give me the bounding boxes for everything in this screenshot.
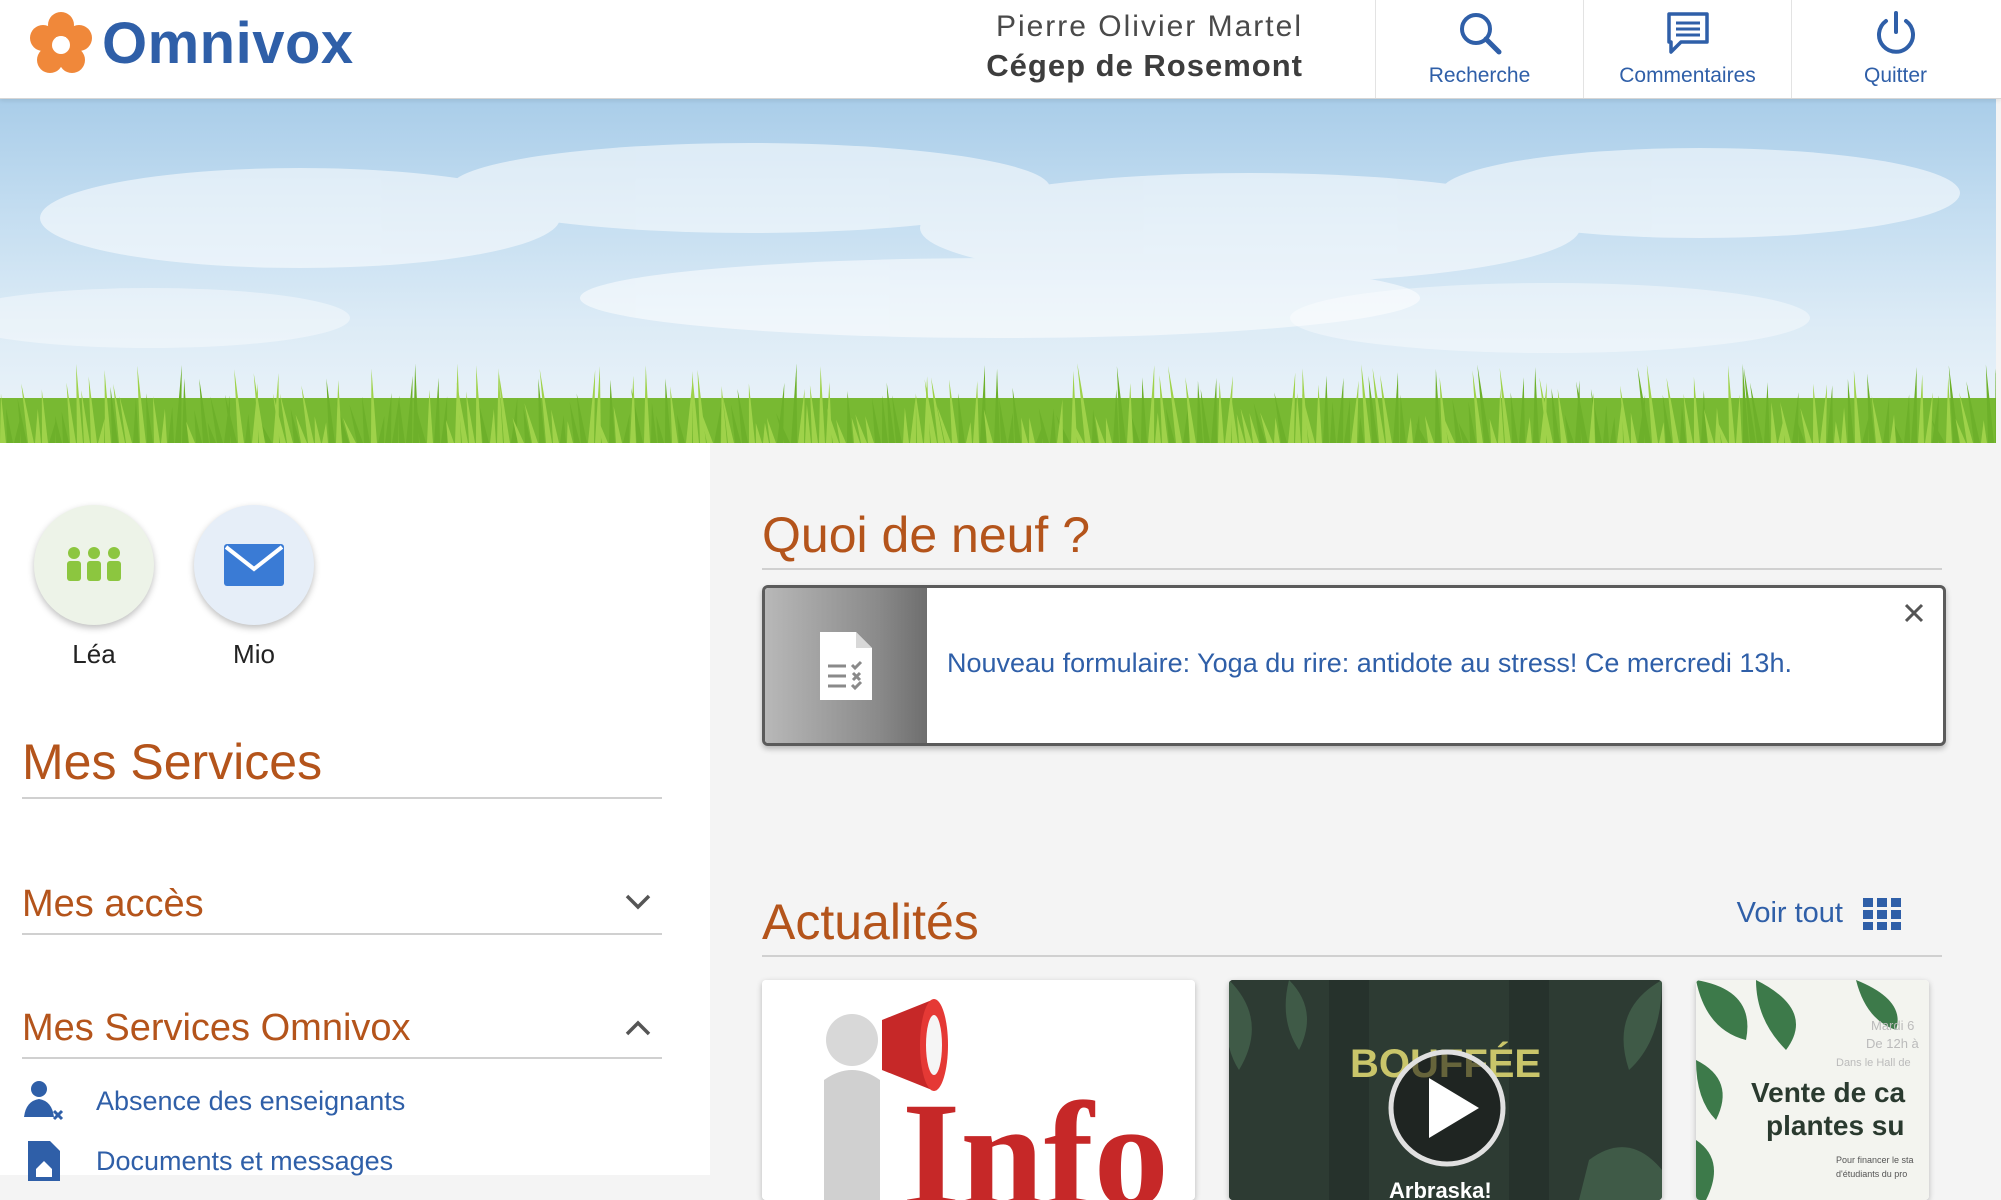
mes-services-omnivox-label: Mes Services Omnivox	[22, 1007, 411, 1049]
search-button[interactable]: Recherche	[1375, 0, 1583, 98]
video-thumbnail: BOUFFÉE Arbraska!	[1229, 980, 1662, 1200]
plants-meta-line1: Mardi 6	[1871, 1018, 1914, 1033]
comment-icon	[1666, 12, 1709, 54]
user-name: Pierre Olivier Martel	[995, 10, 1303, 43]
absence-enseignants-link[interactable]: Absence des enseignants	[22, 1079, 405, 1123]
lea-label: Léa	[72, 639, 116, 669]
mio-label: Mio	[233, 639, 275, 669]
sky-grass-illustration	[0, 143, 1996, 443]
mio-circle[interactable]	[194, 505, 314, 625]
power-icon	[1876, 11, 1915, 54]
lea-circle[interactable]	[34, 505, 154, 625]
plants-caption-line2: plantes su	[1766, 1110, 1904, 1141]
mes-acces-label: Mes accès	[22, 883, 204, 925]
quoi-de-neuf-title: Quoi de neuf ?	[762, 506, 1942, 570]
info-card-caption: Info	[902, 1072, 1169, 1200]
info-megaphone-image: Info	[762, 980, 1195, 1200]
school-name: Cégep de Rosemont	[986, 48, 1303, 83]
plants-foot-line1: Pour financer le sta	[1836, 1155, 1914, 1165]
search-icon	[1459, 13, 1501, 55]
mio-shortcut[interactable]: Mio	[193, 505, 315, 670]
mail-icon	[224, 544, 284, 586]
news-card-plants[interactable]: Mardi 6 De 12h à Dans le Hall de Vente d…	[1696, 980, 1929, 1200]
lea-shortcut[interactable]: Léa	[33, 505, 155, 670]
flower-logo-icon	[30, 11, 92, 73]
comments-button[interactable]: Commentaires	[1583, 0, 1791, 98]
chevron-up-icon	[625, 1020, 651, 1036]
voir-tout-label: Voir tout	[1736, 897, 1843, 929]
documents-messages-label: Documents et messages	[96, 1145, 394, 1176]
comments-button-label: Commentaires	[1619, 64, 1756, 87]
people-icon	[67, 547, 121, 581]
plants-meta-line3: Dans le Hall de	[1836, 1057, 1911, 1069]
plants-caption-line1: Vente de ca	[1751, 1077, 1906, 1108]
document-icon	[28, 1141, 60, 1181]
news-card-video[interactable]: BOUFFÉE Arbraska!	[1229, 980, 1662, 1200]
voir-tout-link[interactable]: Voir tout	[1737, 897, 1901, 930]
mes-services-omnivox-toggle[interactable]: Mes Services Omnivox	[22, 1007, 662, 1059]
logout-button[interactable]: Quitter	[1791, 0, 1999, 98]
plants-foot-line2: d'étudiants du pro	[1836, 1169, 1907, 1179]
close-icon[interactable]	[1903, 602, 1925, 624]
video-card-subcaption: Arbraska!	[1389, 1178, 1492, 1200]
logo-text: Omnivox	[102, 11, 354, 76]
teacher-absent-icon	[24, 1081, 64, 1121]
news-card-info[interactable]: Info	[762, 980, 1195, 1200]
left-column: Léa Mio Mes Services Mes accès Mes Servi…	[0, 443, 710, 1181]
omnivox-logo[interactable]: Omnivox	[28, 10, 354, 77]
plants-meta-line2: De 12h à	[1866, 1036, 1920, 1051]
mes-acces-toggle[interactable]: Mes accès	[22, 883, 662, 935]
search-button-label: Recherche	[1428, 64, 1531, 87]
absence-enseignants-label: Absence des enseignants	[96, 1085, 406, 1116]
banner-image	[0, 98, 1996, 443]
grid-icon	[1863, 897, 1901, 930]
chevron-down-icon	[625, 894, 651, 910]
user-info: Pierre Olivier Martel Cégep de Rosemont	[986, 10, 1303, 84]
notification-text[interactable]: Nouveau formulaire: Yoga du rire: antido…	[947, 648, 1792, 679]
mes-services-title: Mes Services	[22, 733, 662, 799]
top-header: Omnivox Pierre Olivier Martel Cégep de R…	[0, 0, 2001, 99]
form-document-icon	[820, 631, 872, 700]
documents-messages-link[interactable]: Documents et messages	[22, 1139, 393, 1183]
plants-sale-image: Mardi 6 De 12h à Dans le Hall de Vente d…	[1696, 980, 1929, 1200]
notification-card[interactable]: Nouveau formulaire: Yoga du rire: antido…	[762, 585, 1946, 746]
logout-button-label: Quitter	[1863, 64, 1928, 87]
notification-icon-panel	[765, 588, 927, 743]
